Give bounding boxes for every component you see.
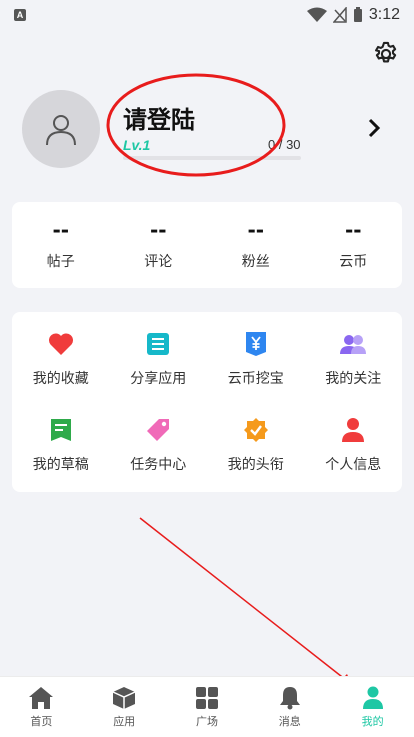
signal-off-icon [332, 7, 347, 23]
grid-label: 我的收藏 [32, 371, 89, 387]
user-placeholder-icon [46, 115, 76, 146]
tab-mine[interactable]: 我的 [331, 677, 414, 737]
grid-label: 我的头衔 [227, 457, 284, 473]
grid-item-my-title[interactable]: 我的头衔 [207, 402, 305, 488]
bell-icon [279, 686, 300, 709]
tab-square[interactable]: 广场 [166, 677, 249, 737]
user-icon [362, 686, 383, 709]
list-icon [144, 330, 172, 358]
grid-item-personal-info[interactable]: 个人信息 [305, 402, 403, 488]
battery-icon [353, 7, 362, 22]
grid-item-coin-treasure[interactable]: 云币挖宝 [207, 316, 305, 402]
grid-label: 我的草稿 [32, 457, 89, 473]
stats-card: -- 帖子 -- 评论 -- 粉丝 -- 云币 [12, 202, 402, 288]
grid-item-drafts[interactable]: 我的草稿 [12, 402, 110, 488]
grid-item-following[interactable]: 我的关注 [305, 316, 403, 402]
level-badge: Lv.1 [123, 137, 151, 153]
grid-label: 个人信息 [325, 457, 382, 473]
wifi-icon [306, 7, 327, 22]
stat-label: 粉丝 [241, 254, 270, 270]
tab-label: 首页 [30, 714, 53, 728]
username[interactable]: 请登陆 [123, 100, 195, 135]
tab-label: 广场 [195, 714, 218, 728]
stat-coins[interactable]: -- 云币 [305, 202, 403, 288]
grid-label: 我的关注 [325, 371, 382, 387]
tab-label: 消息 [278, 714, 301, 728]
grid-label: 分享应用 [130, 371, 187, 387]
stat-fans[interactable]: -- 粉丝 [207, 202, 305, 288]
tab-home[interactable]: 首页 [0, 677, 83, 737]
grid-label: 任务中心 [130, 457, 187, 473]
level-progress-text: 0 / 30 [268, 137, 301, 152]
person-icon [339, 416, 367, 444]
stat-posts[interactable]: -- 帖子 [12, 202, 110, 288]
draft-icon [47, 416, 75, 444]
tab-apps[interactable]: 应用 [83, 677, 166, 737]
stat-value: -- [52, 218, 70, 242]
home-icon [29, 686, 54, 709]
tab-label: 应用 [113, 714, 136, 728]
status-bar: A 3:12 [0, 0, 414, 30]
profile-arrow-button[interactable] [362, 116, 386, 140]
stat-value: -- [247, 218, 265, 242]
feature-grid: 我的收藏 分享应用 云币挖宝 我的关注 我的草稿 任务中心 我的头衔 个人信息 [12, 312, 402, 492]
people-icon [339, 330, 367, 358]
notification-icon: A [14, 9, 26, 21]
stat-value: -- [344, 218, 362, 242]
profile-header[interactable]: 请登陆 Lv.1 0 / 30 [0, 80, 414, 180]
stat-label: 云币 [339, 254, 368, 270]
stat-comments[interactable]: -- 评论 [110, 202, 208, 288]
box-icon [112, 686, 136, 709]
settings-button[interactable] [372, 40, 400, 68]
grid-item-favorites[interactable]: 我的收藏 [12, 316, 110, 402]
yen-icon [242, 330, 270, 358]
stat-label: 评论 [144, 254, 173, 270]
tab-messages[interactable]: 消息 [248, 677, 331, 737]
heart-icon [47, 330, 75, 358]
status-time: 3:12 [368, 6, 400, 23]
tag-icon [144, 416, 172, 444]
avatar[interactable] [22, 90, 100, 168]
grid-icon [195, 686, 218, 709]
grid-item-task-center[interactable]: 任务中心 [110, 402, 208, 488]
stat-value: -- [149, 218, 167, 242]
chevron-right-icon [368, 118, 381, 138]
badge-icon [242, 416, 270, 444]
grid-item-share-app[interactable]: 分享应用 [110, 316, 208, 402]
level-progress-bar [123, 156, 301, 160]
bottom-tab-bar: 首页 应用 广场 消息 我的 [0, 676, 414, 737]
tab-label: 我的 [361, 714, 384, 728]
grid-label: 云币挖宝 [227, 371, 284, 387]
gear-icon [375, 41, 397, 63]
stat-label: 帖子 [46, 254, 75, 270]
